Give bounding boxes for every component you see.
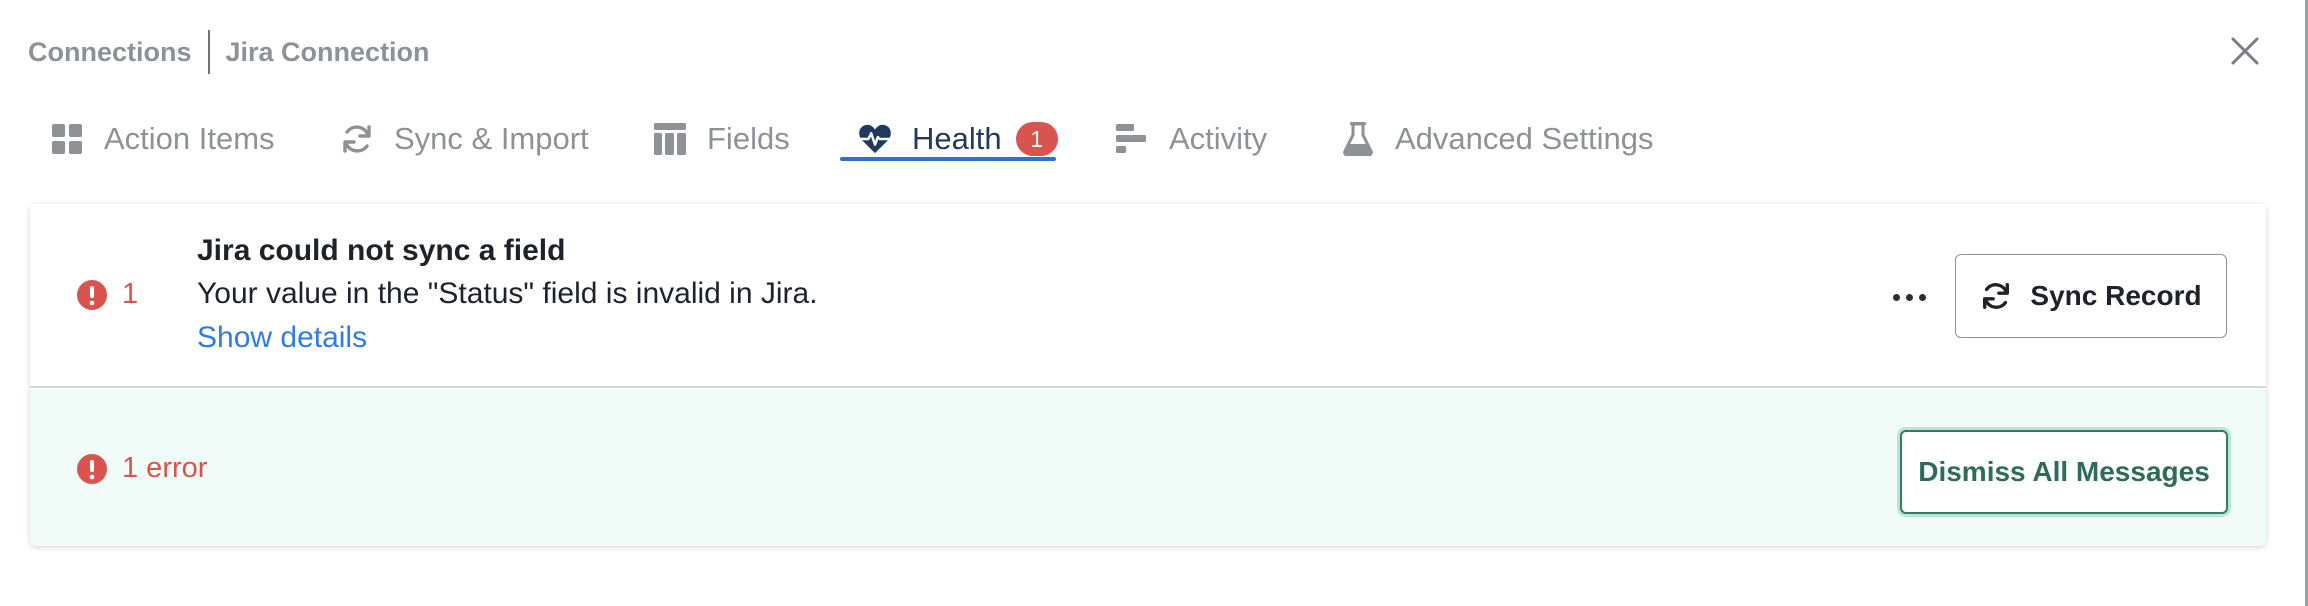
summary-row: 1 error Dismiss All Messages — [30, 390, 2266, 546]
tab-label: Sync & Import — [394, 121, 589, 156]
active-tab-indicator — [840, 157, 1056, 161]
tab-label: Health — [912, 121, 1002, 156]
flask-icon — [1341, 122, 1375, 156]
tab-action-items[interactable]: Action Items — [50, 110, 275, 168]
message-title: Jira could not sync a field — [197, 234, 566, 267]
tab-label: Activity — [1169, 121, 1268, 156]
sync-message-row: 1 Jira could not sync a field Your value… — [30, 204, 2266, 388]
tab-label: Fields — [707, 121, 790, 156]
sync-record-button[interactable]: Sync Record — [1955, 254, 2227, 338]
tab-advanced-settings[interactable]: Advanced Settings — [1341, 110, 1654, 168]
breadcrumb: Connections Jira Connection — [28, 30, 430, 74]
tab-fields[interactable]: Fields — [653, 110, 790, 168]
dismiss-all-messages-button[interactable]: Dismiss All Messages — [1900, 430, 2228, 514]
tab-sync-import[interactable]: Sync & Import — [340, 110, 589, 168]
health-badge: 1 — [1015, 122, 1058, 156]
summary-error-text: 1 error — [122, 452, 208, 484]
error-icon — [77, 279, 107, 310]
breadcrumb-current: Jira Connection — [225, 36, 430, 67]
dot — [1892, 293, 1900, 301]
grid-icon — [50, 122, 84, 156]
activity-bars-icon — [1115, 122, 1149, 156]
breadcrumb-connections[interactable]: Connections — [28, 37, 192, 68]
summary-error-count: 1 error — [76, 452, 207, 485]
message-body: Your value in the "Status" field is inva… — [197, 277, 818, 310]
table-icon — [653, 122, 687, 156]
message-error-count: 1 — [76, 278, 138, 311]
connection-panel: Connections Jira Connection Action Items — [0, 0, 2308, 606]
sync-record-label: Sync Record — [2030, 280, 2202, 311]
close-icon[interactable] — [2226, 32, 2264, 70]
health-card: 1 Jira could not sync a field Your value… — [30, 204, 2266, 546]
tab-label: Advanced Settings — [1395, 121, 1654, 156]
heart-pulse-icon — [858, 122, 892, 156]
dot — [1905, 293, 1913, 301]
tab-label: Action Items — [104, 121, 275, 156]
tab-activity[interactable]: Activity — [1115, 110, 1267, 168]
more-options-icon[interactable] — [1883, 282, 1935, 312]
dismiss-all-label: Dismiss All Messages — [1918, 456, 2210, 487]
breadcrumb-divider — [207, 30, 210, 74]
show-details-link[interactable]: Show details — [197, 321, 367, 355]
error-count-value: 1 — [122, 278, 139, 310]
sync-icon — [340, 122, 374, 156]
tab-bar: Action Items Sync & Import Fields Health… — [0, 110, 2308, 168]
dot — [1918, 293, 1926, 301]
sync-icon — [1983, 283, 2010, 309]
error-icon — [77, 453, 107, 484]
